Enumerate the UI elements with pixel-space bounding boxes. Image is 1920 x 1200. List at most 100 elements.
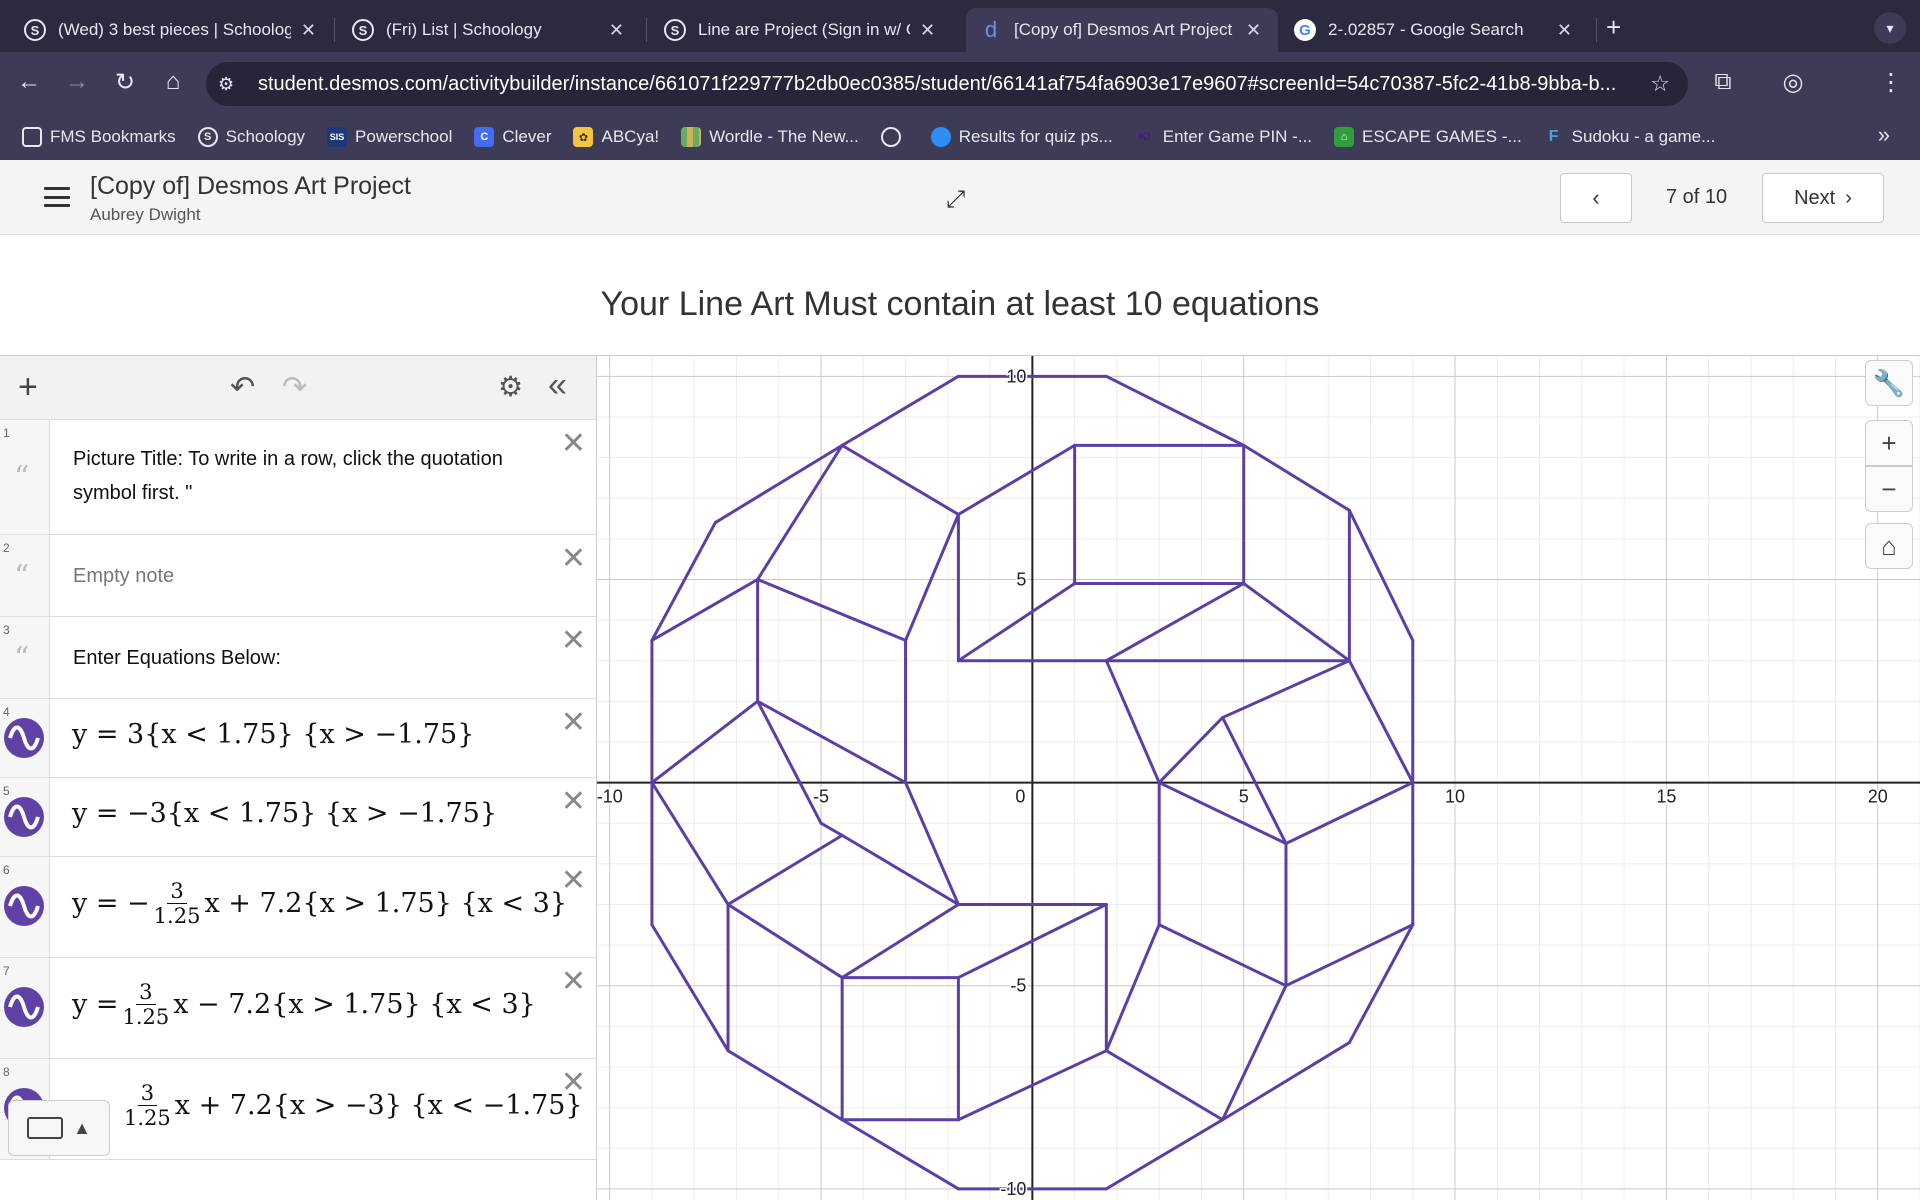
equation-text[interactable]: y = 3 1.25 x − 7.2{x > 1.75} {x < 3} [72,980,536,1029]
expression-row-equation[interactable]: 6 y = − 3 1.25 x + 7.2{x > 1.75} {x < 3} … [0,857,596,958]
tab-title: Line are Project (Sign in w/ Google) [698,20,910,39]
more-bookmarks-icon[interactable]: » [1878,122,1890,148]
delete-icon[interactable]: ✕ [561,426,586,461]
line-art-segment [840,374,960,447]
extensions-icon[interactable]: ⧉ [1708,68,1738,96]
keyboard-toggle-button[interactable]: ▲ [8,1100,110,1156]
bookmark-schoology[interactable]: S Schoology [197,127,305,147]
next-screen-button[interactable]: Next › [1762,173,1884,223]
performance-icon[interactable]: ◎ [1778,68,1808,97]
delete-icon[interactable]: ✕ [561,1065,586,1100]
tab-strip: S (Wed) 3 best pieces | Schoology ✕ S (F… [0,0,1920,52]
line-art-segment [904,781,960,906]
graph-color-icon[interactable] [4,797,44,837]
wrench-icon[interactable]: 🔧 [1865,360,1913,406]
kebab-menu-icon[interactable]: ⋮ [1876,68,1906,97]
page-indicator[interactable]: 7 of 10 [1666,186,1727,209]
graph-color-icon[interactable] [4,987,44,1027]
chevron-down-icon[interactable]: ▾ [1874,12,1906,44]
zoom-in-button[interactable]: + [1865,420,1913,466]
delete-icon[interactable]: ✕ [561,705,586,740]
delete-icon[interactable]: ✕ [561,784,586,819]
delete-icon[interactable]: ✕ [561,964,586,999]
url-text[interactable]: student.desmos.com/activitybuilder/insta… [258,73,1638,96]
graph-paper[interactable]: -10 -5 0 5 10 15 20 10 5 -5 -10 [597,355,1920,1200]
browser-tab[interactable]: S Line are Project (Sign in w/ Google) ✕ [650,8,952,52]
forward-icon[interactable]: → [62,68,92,96]
reload-icon[interactable]: ↻ [110,68,140,97]
expression-row-equation[interactable]: 5 y = −3{x < 1.75} {x > −1.75} ✕ [0,778,596,857]
bookmark-powerschool[interactable]: SIS Powerschool [327,127,452,147]
expression-row-note[interactable]: 3 “ Enter Equations Below: ✕ [0,617,596,699]
new-tab-button[interactable]: + [1606,12,1621,43]
fraction: 3 1.25 [122,980,170,1029]
delete-icon[interactable]: ✕ [561,541,586,576]
zoom-out-button[interactable]: − [1865,466,1913,512]
close-icon[interactable]: ✕ [1557,20,1572,41]
wordle-icon [681,127,702,147]
expand-icon[interactable]: ⤢ [946,186,965,214]
expression-row-note[interactable]: 1 “ Picture Title: To write in a row, cli… [0,420,596,535]
expression-row-note[interactable]: 2 “ Empty note ✕ [0,535,596,617]
schoology-icon: S [197,127,218,147]
graph-canvas[interactable]: -10 -5 0 5 10 15 20 10 5 -5 -10 [597,356,1920,1200]
bookmark-abcya[interactable]: ✿ ABCya! [573,127,659,147]
x-tick-label: 10 [1445,787,1465,807]
close-icon[interactable]: ✕ [609,20,624,41]
bookmark-escape[interactable]: ⌂ ESCAPE GAMES -... [1334,127,1522,147]
clever-icon: C [474,127,495,147]
bookmark-wordle[interactable]: Wordle - The New... [681,127,859,147]
add-item-icon[interactable]: + [18,368,38,407]
site-info-icon[interactable]: ⚙ [218,74,246,95]
schoology-icon: S [352,19,374,41]
browser-tab[interactable]: S (Fri) List | Schoology ✕ [338,8,638,52]
equation-text[interactable]: y = −3{x < 1.75} {x > −1.75} [72,798,497,829]
close-icon[interactable]: ✕ [920,20,935,41]
note-text[interactable]: Picture Title: To write in a row, click … [73,442,536,510]
hamburger-menu-icon[interactable] [44,187,70,207]
expression-row-equation[interactable]: 7 y = 3 1.25 x − 7.2{x > 1.75} {x < 3} ✕ [0,958,596,1059]
address-bar[interactable]: ⚙ student.desmos.com/activitybuilder/ins… [206,62,1688,106]
bookmark-sudoku[interactable]: F Sudoku - a game... [1544,127,1716,147]
home-icon[interactable]: ⌂ [158,68,188,96]
graph-color-icon[interactable] [4,718,44,758]
equation-suffix: x − 7.2{x > 1.75} {x < 3} [173,989,536,1020]
delete-icon[interactable]: ✕ [561,623,586,658]
home-zoom-icon[interactable]: ⌂ [1865,523,1913,569]
equation-text[interactable]: y = 3{x < 1.75} {x > −1.75} [72,719,474,750]
y-tick-label: -10 [1000,1179,1026,1199]
bookmark-fms[interactable]: FMS Bookmarks [22,127,176,147]
keyboard-icon [27,1117,64,1139]
bookmark-kahoot[interactable]: K! Enter Game PIN -... [1135,127,1312,147]
expression-row-equation[interactable]: 4 y = 3{x < 1.75} {x > −1.75} ✕ [0,699,596,778]
chevron-right-icon: › [1845,186,1852,209]
collapse-list-icon[interactable]: « [548,366,567,405]
note-placeholder[interactable]: Empty note [73,559,536,593]
line-art-segment [1157,781,1288,845]
bookmark-star-icon[interactable]: ☆ [1650,71,1670,97]
x-tick-label: 15 [1656,787,1676,807]
bookmark-globe[interactable] [880,127,909,147]
browser-tab-active[interactable]: d [Copy of] Desmos Art Project ✕ [966,8,1278,52]
line-art-segment [1221,716,1288,845]
redo-icon[interactable]: ↷ [282,370,307,405]
undo-icon[interactable]: ↶ [230,370,255,405]
line-art-segment [956,443,1077,516]
bookmark-clever[interactable]: C Clever [474,127,551,147]
bookmark-quiz[interactable]: Results for quiz ps... [930,127,1113,147]
browser-tab[interactable]: G 2-.02857 - Google Search ✕ [1280,8,1586,52]
bookmark-label: FMS Bookmarks [50,127,176,146]
previous-screen-button[interactable]: ‹ [1560,173,1632,223]
equation-text[interactable]: y = − 3 1.25 x + 7.2{x > 1.75} {x < 3} [72,879,567,928]
delete-icon[interactable]: ✕ [561,863,586,898]
graph-color-icon[interactable] [4,886,44,926]
back-icon[interactable]: ← [14,68,44,96]
x-tick-label: 5 [1239,787,1249,807]
gear-icon[interactable]: ⚙ [498,370,523,403]
browser-tab[interactable]: S (Wed) 3 best pieces | Schoology ✕ [10,8,330,52]
note-text[interactable]: Enter Equations Below: [73,641,536,675]
equation-text[interactable]: 3 1.25 x + 7.2{x > −3} {x < −1.75} [120,1081,583,1130]
close-icon[interactable]: ✕ [301,20,316,41]
close-icon[interactable]: ✕ [1246,20,1261,41]
line-art-segment [1242,582,1351,663]
